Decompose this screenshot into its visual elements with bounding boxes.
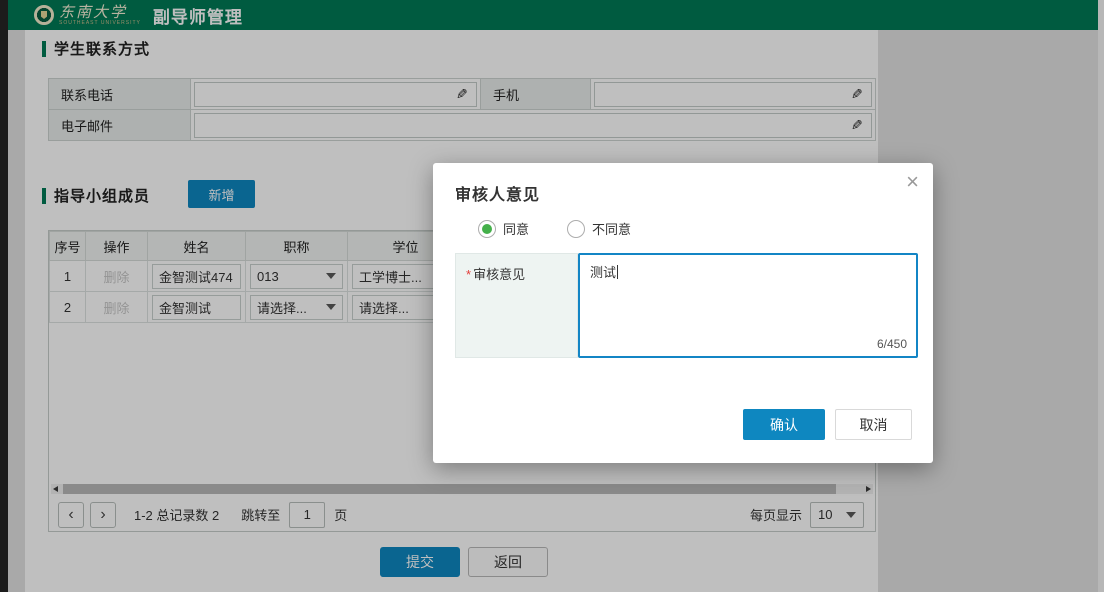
review-opinion-label: *审核意见: [455, 253, 578, 358]
review-opinion-dialog: 审核人意见 × 同意 不同意 *审核意见 测试 6/450 确认 取消: [433, 163, 933, 463]
char-counter: 6/450: [877, 337, 907, 351]
agree-radio[interactable]: 同意: [478, 219, 529, 238]
radio-unselected-icon[interactable]: [567, 220, 585, 238]
decision-radio-group: 同意 不同意: [478, 219, 631, 238]
review-opinion-textarea[interactable]: 测试 6/450: [578, 253, 918, 358]
radio-selected-icon[interactable]: [478, 220, 496, 238]
app-window: 东南大学 SOUTHEAST UNIVERSITY 副导师管理 学生联系方式 联…: [0, 0, 1104, 592]
required-mark: *: [466, 267, 471, 282]
disagree-radio[interactable]: 不同意: [567, 219, 631, 238]
cancel-button[interactable]: 取消: [835, 409, 912, 440]
confirm-button[interactable]: 确认: [743, 409, 825, 440]
review-opinion-row: *审核意见 测试 6/450: [455, 253, 918, 358]
text-cursor: [617, 265, 618, 279]
close-icon[interactable]: ×: [906, 169, 919, 195]
dialog-title: 审核人意见: [455, 181, 540, 205]
